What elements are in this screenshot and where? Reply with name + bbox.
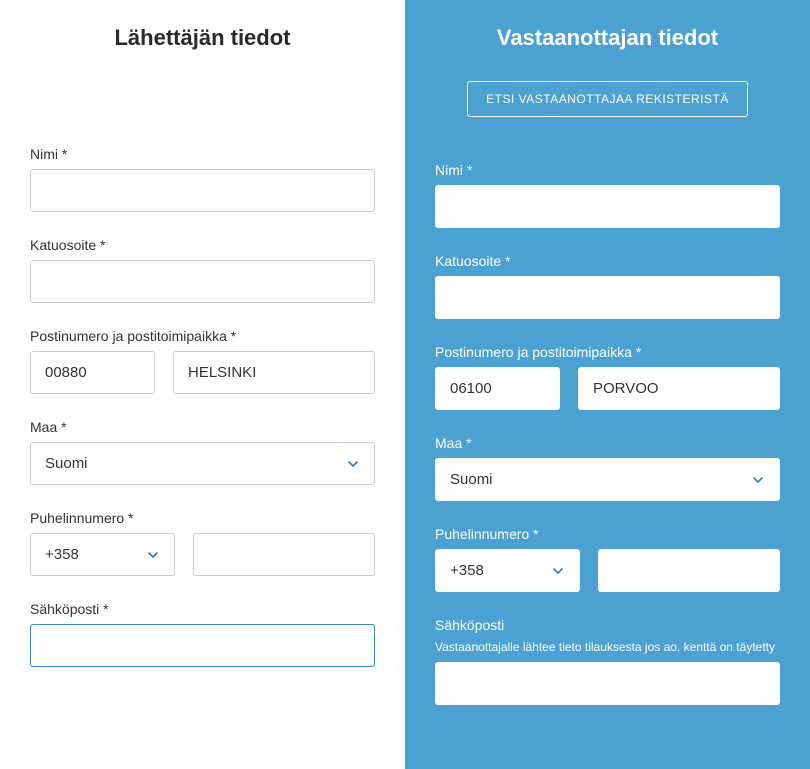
recipient-country-label: Maa * xyxy=(435,435,780,451)
recipient-email-helper: Vastaanottajalle lähtee tieto tilauksest… xyxy=(435,640,780,654)
recipient-email-input[interactable] xyxy=(435,662,780,705)
recipient-panel: Vastaanottajan tiedot ETSI VASTAANOTTAJA… xyxy=(405,0,810,769)
recipient-country-select[interactable]: Suomi xyxy=(435,458,780,501)
recipient-title: Vastaanottajan tiedot xyxy=(435,25,780,51)
sender-postal-label: Postinumero ja postitoimipaikka * xyxy=(30,328,375,344)
sender-postal-city-input[interactable] xyxy=(173,351,375,394)
sender-email-input[interactable] xyxy=(30,624,375,667)
sender-country-label: Maa * xyxy=(30,419,375,435)
recipient-street-input[interactable] xyxy=(435,276,780,319)
sender-country-group: Maa * Suomi xyxy=(30,419,375,485)
recipient-street-label: Katuosoite * xyxy=(435,253,780,269)
recipient-phone-number-input[interactable] xyxy=(598,549,780,592)
recipient-postal-group: Postinumero ja postitoimipaikka * xyxy=(435,344,780,410)
recipient-name-label: Nimi * xyxy=(435,162,780,178)
sender-name-label: Nimi * xyxy=(30,146,375,162)
sender-title: Lähettäjän tiedot xyxy=(30,25,375,51)
sender-email-label: Sähköposti * xyxy=(30,601,375,617)
recipient-postal-city-input[interactable] xyxy=(578,367,780,410)
sender-phone-number-input[interactable] xyxy=(193,533,375,576)
sender-name-input[interactable] xyxy=(30,169,375,212)
search-recipient-button[interactable]: ETSI VASTAANOTTAJAA REKISTERISTÄ xyxy=(467,81,748,117)
recipient-phone-label: Puhelinnumero * xyxy=(435,526,780,542)
sender-country-select[interactable]: Suomi xyxy=(30,442,375,485)
sender-street-label: Katuosoite * xyxy=(30,237,375,253)
recipient-name-group: Nimi * xyxy=(435,162,780,228)
recipient-postal-code-input[interactable] xyxy=(435,367,560,410)
sender-street-group: Katuosoite * xyxy=(30,237,375,303)
recipient-phone-group: Puhelinnumero * +358 xyxy=(435,526,780,592)
recipient-name-input[interactable] xyxy=(435,185,780,228)
sender-postal-group: Postinumero ja postitoimipaikka * xyxy=(30,328,375,394)
sender-name-group: Nimi * xyxy=(30,146,375,212)
spacer xyxy=(30,81,375,146)
sender-phone-label: Puhelinnumero * xyxy=(30,510,375,526)
sender-phone-code-select[interactable]: +358 xyxy=(30,533,175,576)
sender-panel: Lähettäjän tiedot Nimi * Katuosoite * Po… xyxy=(0,0,405,769)
recipient-street-group: Katuosoite * xyxy=(435,253,780,319)
recipient-email-label: Sähköposti xyxy=(435,617,780,633)
sender-email-group: Sähköposti * xyxy=(30,601,375,667)
sender-street-input[interactable] xyxy=(30,260,375,303)
sender-phone-group: Puhelinnumero * +358 xyxy=(30,510,375,576)
recipient-phone-code-select[interactable]: +358 xyxy=(435,549,580,592)
recipient-country-group: Maa * Suomi xyxy=(435,435,780,501)
search-recipient-wrap: ETSI VASTAANOTTAJAA REKISTERISTÄ xyxy=(435,81,780,117)
recipient-postal-label: Postinumero ja postitoimipaikka * xyxy=(435,344,780,360)
recipient-email-group: Sähköposti Vastaanottajalle lähtee tieto… xyxy=(435,617,780,705)
sender-postal-code-input[interactable] xyxy=(30,351,155,394)
